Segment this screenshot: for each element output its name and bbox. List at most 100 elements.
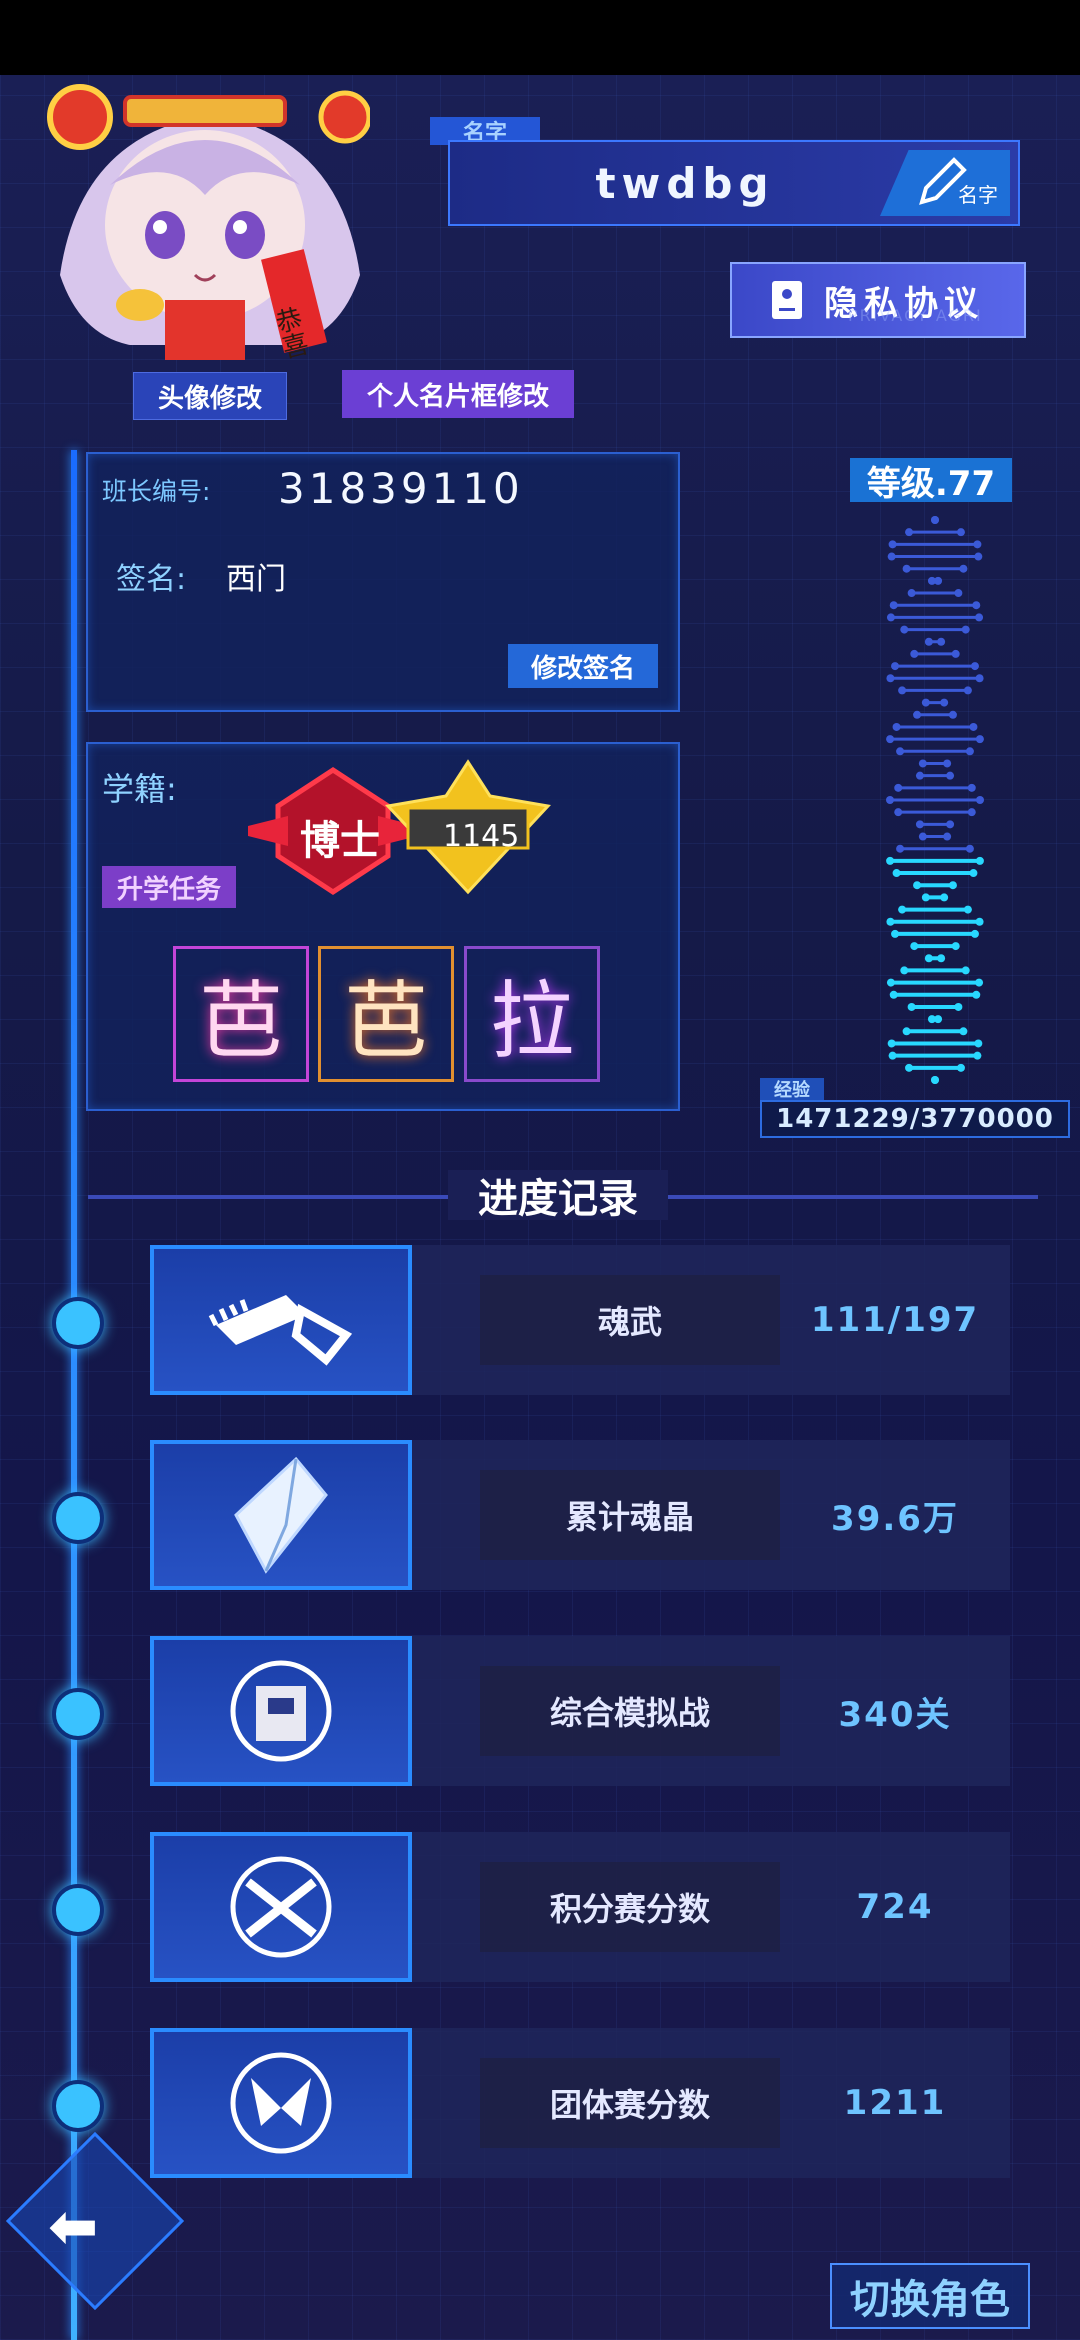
- dna-bead: [902, 564, 911, 573]
- dna-bead: [965, 844, 974, 853]
- dna-bead: [951, 649, 960, 658]
- edit-signature-button[interactable]: 修改签名: [508, 644, 658, 688]
- dna-bead: [886, 735, 895, 744]
- dna-bead: [975, 917, 984, 926]
- signature-label: 签名:: [116, 562, 187, 597]
- document-icon: [772, 281, 802, 319]
- dna-bead: [954, 589, 963, 598]
- dna-bead: [886, 796, 894, 804]
- dna-bead: [959, 564, 968, 573]
- dna-bead: [931, 516, 939, 524]
- dna-bead: [975, 978, 984, 987]
- upgrade-task-button[interactable]: 升学任务: [102, 866, 236, 908]
- dna-bead: [891, 929, 900, 938]
- progress-row[interactable]: 累计魂晶 39.6万: [150, 1440, 1010, 1590]
- avatar-edit-button[interactable]: 头像修改: [133, 372, 287, 420]
- experience-label: 经验: [760, 1078, 824, 1101]
- signature-value: 西门: [226, 562, 286, 597]
- dna-bead: [956, 528, 965, 537]
- dna-bead: [898, 905, 907, 914]
- progress-row-value: 724: [856, 1887, 934, 1927]
- dna-bead: [973, 1051, 982, 1060]
- id-value: 31839110: [278, 464, 524, 513]
- dna-bead: [894, 783, 903, 792]
- dna-bead: [898, 686, 907, 695]
- dna-bead: [927, 1015, 936, 1024]
- dna-bead: [900, 625, 909, 634]
- timeline-node: [52, 1688, 104, 1740]
- dna-bead: [910, 942, 919, 951]
- dna-bead: [972, 990, 981, 999]
- dna-bead: [975, 674, 984, 683]
- timeline-node: [52, 1492, 104, 1544]
- school-label: 学籍:: [102, 770, 177, 808]
- dna-bead: [921, 698, 930, 707]
- timeline-node: [52, 1297, 104, 1349]
- dna-bead: [924, 637, 933, 646]
- dna-bead: [946, 771, 955, 780]
- dna-bead: [887, 552, 896, 561]
- switch-role-button[interactable]: 切换角色: [830, 2263, 1030, 2329]
- progress-row-label: 魂武: [480, 1275, 780, 1365]
- dna-bead: [918, 832, 927, 841]
- dna-bead: [954, 1002, 963, 1011]
- frame-edit-button[interactable]: 个人名片框修改: [342, 370, 574, 418]
- profile-panel: 班长编号: 31839110 签名: 西门 修改签名: [86, 452, 680, 712]
- rank-text: 博士: [300, 818, 380, 864]
- dna-bead: [961, 625, 970, 634]
- dna-bead: [937, 954, 946, 963]
- dna-bead: [888, 1051, 897, 1060]
- dna-bead: [972, 601, 981, 610]
- dna-bead: [886, 613, 895, 622]
- dna-bead: [910, 649, 919, 658]
- progress-row-label: 累计魂晶: [480, 1470, 780, 1560]
- progress-row-label: 团体赛分数: [480, 2058, 780, 2148]
- wings-icon: [150, 2028, 412, 2178]
- progress-row[interactable]: 积分赛分数 724: [150, 1832, 1010, 1982]
- dna-bead: [886, 978, 895, 987]
- dna-bead: [907, 1002, 916, 1011]
- progress-title: 进度记录: [448, 1170, 668, 1222]
- dna-bead: [975, 856, 984, 865]
- progress-row[interactable]: 魂武 111/197: [150, 1245, 1010, 1395]
- experience-value: 1471229/3770000: [760, 1100, 1070, 1138]
- dna-bead: [905, 1063, 914, 1072]
- progress-row-value: 111/197: [810, 1300, 980, 1340]
- dna-bead: [970, 929, 979, 938]
- dna-bead: [886, 674, 895, 683]
- status-bar: [0, 0, 1080, 75]
- dna-bead: [905, 528, 914, 537]
- dna-bead: [975, 735, 984, 744]
- dna-bead: [974, 1039, 983, 1048]
- name-char-1: 芭: [173, 946, 309, 1082]
- dna-bead: [892, 869, 901, 878]
- dna-bead: [959, 1027, 968, 1036]
- progress-row[interactable]: 团体赛分数 1211: [150, 2028, 1010, 2178]
- dna-bead: [967, 808, 976, 817]
- dna-bead: [943, 832, 952, 841]
- dna-bead: [970, 662, 979, 671]
- progress-row-label: 积分赛分数: [480, 1862, 780, 1952]
- progress-row[interactable]: 综合模拟战 340关: [150, 1636, 1010, 1786]
- name-box[interactable]: twdbg 名字: [448, 140, 1020, 226]
- dna-bead: [889, 990, 898, 999]
- dna-bead: [976, 796, 984, 804]
- dna-bead: [931, 1076, 939, 1084]
- dna-bead: [937, 637, 946, 646]
- avatar[interactable]: 恭喜: [40, 75, 370, 365]
- dna-bead: [888, 540, 897, 549]
- dna-bead: [948, 881, 957, 890]
- username-text: twdbg: [595, 158, 775, 208]
- timeline-node: [52, 2080, 104, 2132]
- dna-bead: [969, 722, 978, 731]
- chainsaw-icon: [150, 1245, 412, 1395]
- dna-bead: [913, 881, 922, 890]
- dna-bead: [951, 942, 960, 951]
- dna-bead: [924, 954, 933, 963]
- dna-bead: [940, 698, 949, 707]
- dna-bead: [967, 783, 976, 792]
- dna-bead: [886, 856, 895, 865]
- dna-bead: [887, 1039, 896, 1048]
- privacy-agreement-button[interactable]: 隐私协议: [730, 262, 1026, 338]
- progress-row-label: 综合模拟战: [480, 1666, 780, 1756]
